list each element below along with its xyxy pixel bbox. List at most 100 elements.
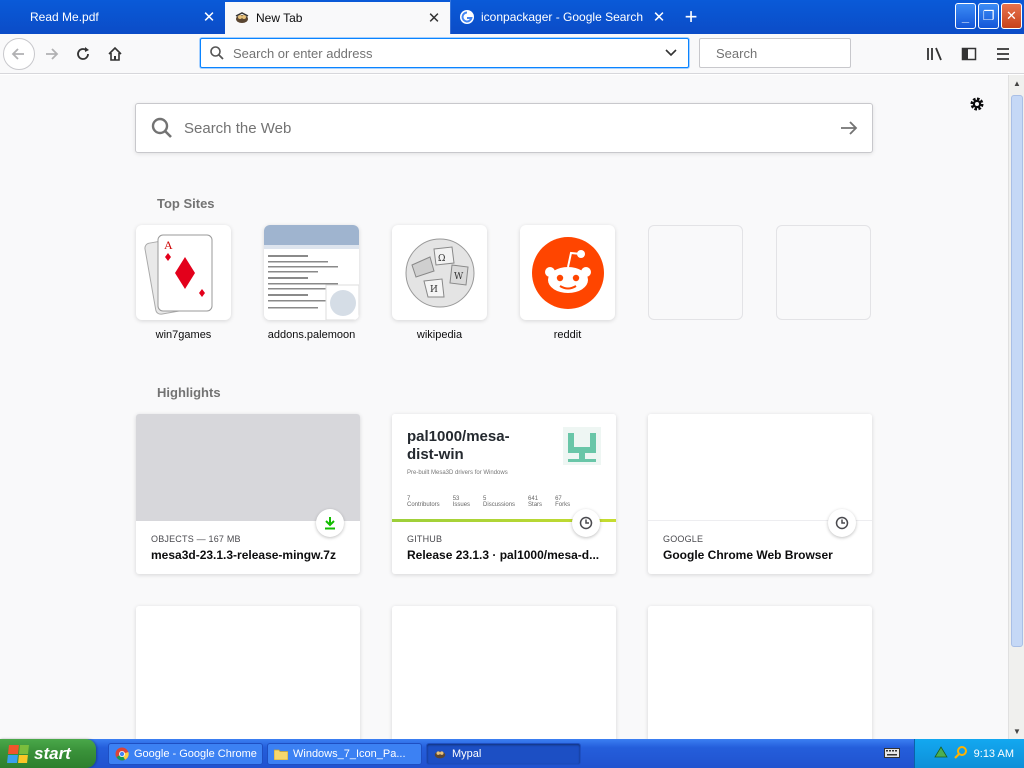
highlight-card-mesa3d[interactable]: OBJECTS — 167 MB mesa3d-23.1.3-release-m… [136,414,360,574]
maximize-button[interactable]: ❐ [978,3,999,29]
site-label: reddit [553,329,582,341]
arrow-right-icon [46,47,59,60]
tab-new-tab[interactable]: New Tab ✕ [225,2,450,34]
search-icon [151,117,172,138]
arrow-right-icon[interactable] [840,120,858,136]
tab-strip: Read Me.pdf ✕ New Tab ✕ iconpackager - G… [0,0,1024,34]
close-icon[interactable]: ✕ [651,9,667,26]
address-input[interactable] [233,45,662,61]
highlight-card-empty [136,606,360,739]
card-preview [648,414,872,521]
scroll-down-arrow[interactable]: ▼ [1009,723,1024,739]
search-input[interactable] [716,45,892,61]
reload-button[interactable] [67,38,99,70]
sidebar-button[interactable] [954,38,984,70]
taskbar: start Google - Google Chrome Windows_7_I… [0,739,1024,768]
menu-button[interactable] [988,38,1018,70]
close-icon[interactable]: ✕ [201,9,217,26]
minimize-button[interactable]: _ [955,3,976,29]
reload-icon [77,46,89,60]
top-site-wikipedia[interactable]: Ω W И wikipedia [392,225,487,341]
folder-icon [274,747,288,761]
top-site-reddit[interactable]: reddit [520,225,615,341]
taskbar-item-mypal[interactable]: Mypal [426,742,581,765]
repo-name: pal1000/mesa-dist-win [407,428,510,463]
site-label: win7games [155,329,212,341]
taskbar-item-label: Mypal [452,747,482,760]
web-search-box[interactable] [135,103,873,153]
search-icon [210,46,224,60]
tab-title: New Tab [256,11,303,25]
top-sites-heading: Top Sites [157,196,215,211]
tab-title: iconpackager - Google Search [481,10,644,24]
home-icon [108,46,122,61]
sidebar-icon [961,47,977,61]
repo-stat: 5 Discussions [483,496,516,508]
taskbar-item-label: Google - Google Chrome [134,747,257,760]
card-title: mesa3d-23.1.3-release-mingw.7z [151,548,336,562]
clock[interactable]: 9:13 AM [974,748,1014,760]
card-preview: pal1000/mesa-dist-win Pre-built Mesa3D d… [392,414,616,522]
wikipedia-globe-icon: Ω W И [392,225,487,320]
window-controls: _ ❐ ✕ [955,3,1022,29]
highlight-card-google[interactable]: GOOGLE Google Chrome Web Browser [648,414,872,574]
close-window-button[interactable]: ✕ [1001,3,1022,29]
vertical-scrollbar[interactable]: ▲ ▼ [1008,75,1024,739]
taskbar-item-chrome[interactable]: Google - Google Chrome [108,742,263,765]
top-site-win7games[interactable]: A win7games [136,225,231,341]
top-site-empty[interactable] [776,225,871,341]
system-tray: 9:13 AM [914,739,1024,768]
web-search-input[interactable] [184,119,840,137]
empty-tile [648,225,743,320]
site-label: addons.palemoon [267,329,356,341]
scroll-up-arrow[interactable]: ▲ [1009,75,1024,91]
repo-stat: 7 Contributors [407,496,440,508]
download-icon [316,509,344,537]
start-button[interactable]: start [0,739,96,768]
svg-text:A: A [164,238,173,252]
repo-stat: 67 Forks [555,496,571,508]
reddit-alien-icon [520,225,615,320]
highlight-card-empty [648,606,872,739]
github-avatar-icon [563,427,601,465]
search-bar[interactable] [699,38,892,68]
chrome-icon [115,747,129,761]
site-label: wikipedia [416,329,463,341]
library-button[interactable] [920,38,950,70]
pdf-icon [8,9,24,25]
navigation-toolbar [0,34,1024,74]
gear-icon[interactable] [966,93,988,115]
top-site-empty[interactable] [648,225,743,341]
repo-stat: 641 Stars [528,496,543,508]
tab-read-me-pdf[interactable]: Read Me.pdf ✕ [0,0,225,34]
keyboard-icon[interactable] [884,746,900,760]
tab-google-search[interactable]: iconpackager - Google Search ✕ [450,0,675,34]
hamburger-icon [997,48,1009,60]
empty-tile [776,225,871,320]
library-icon [927,47,942,61]
search-icon[interactable] [953,745,968,762]
highlights-grid: OBJECTS — 167 MB mesa3d-23.1.3-release-m… [136,414,872,739]
tab-title: Read Me.pdf [30,10,99,24]
network-icon[interactable] [933,745,948,762]
close-icon[interactable]: ✕ [426,10,442,27]
back-button[interactable] [3,37,35,70]
clock-icon [828,509,856,537]
taskbar-item-folder[interactable]: Windows_7_Icon_Pa... [267,742,422,765]
highlights-heading: Highlights [157,385,221,400]
home-button[interactable] [99,38,131,70]
taskbar-items: Google - Google Chrome Windows_7_Icon_Pa… [108,742,581,765]
taskbar-item-label: Windows_7_Icon_Pa... [293,747,406,760]
scroll-thumb[interactable] [1011,95,1023,647]
start-label: start [34,743,71,763]
highlight-card-empty [392,606,616,739]
address-bar[interactable] [200,38,689,68]
card-preview [136,414,360,521]
new-tab-button[interactable]: + [675,0,707,34]
forward-button[interactable] [35,38,67,70]
top-site-addons-palemoon[interactable]: addons.palemoon [264,225,359,341]
chevron-down-icon[interactable] [662,49,680,57]
svg-text:И: И [430,285,438,295]
highlight-card-github[interactable]: pal1000/mesa-dist-win Pre-built Mesa3D d… [392,414,616,574]
card-context: GITHUB [407,534,443,544]
